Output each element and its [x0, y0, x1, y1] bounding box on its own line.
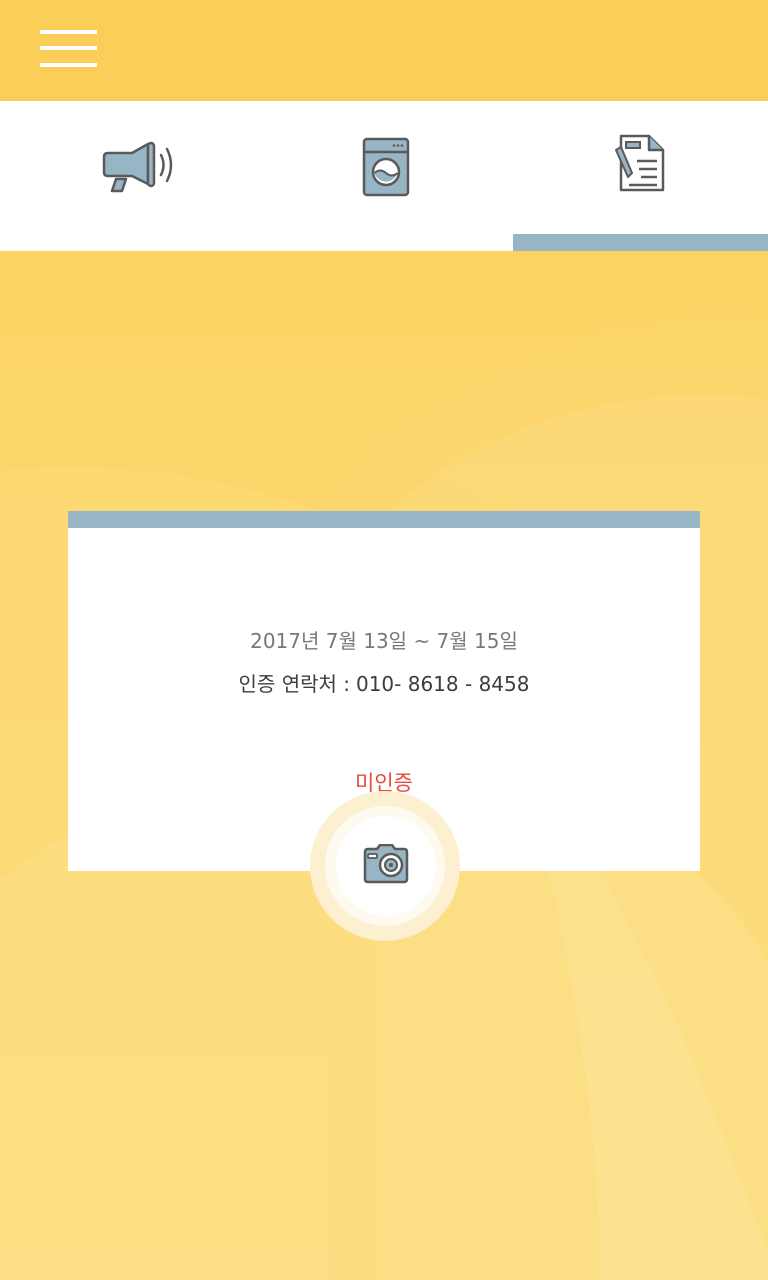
- megaphone-icon: [102, 141, 173, 193]
- contact-info: 인증 연락처 :010- 8618 - 8458: [68, 668, 700, 697]
- camera-button[interactable]: [336, 816, 436, 916]
- app-screen: 2017년 7월 13일 ~ 7월 15일 인증 연락처 :010- 8618 …: [0, 0, 768, 1280]
- washing-machine-icon: [362, 137, 410, 197]
- tab-notice[interactable]: [0, 101, 256, 251]
- contact-number[interactable]: 010- 8618 - 8458: [356, 672, 529, 696]
- tab-bar: [0, 101, 768, 251]
- period-text: 2017년 7월 13일 ~ 7월 15일: [250, 629, 518, 653]
- contact-label: 인증 연락처 :: [238, 672, 350, 696]
- hamburger-menu-icon[interactable]: [40, 30, 97, 68]
- card-header-bar: [68, 511, 700, 528]
- camera-icon: [363, 844, 409, 884]
- top-app-bar: [0, 0, 768, 101]
- tab-laundry[interactable]: [256, 101, 512, 251]
- tab-selected-indicator: [513, 234, 768, 251]
- document-edit-icon: [615, 134, 665, 192]
- tab-document[interactable]: [512, 101, 768, 251]
